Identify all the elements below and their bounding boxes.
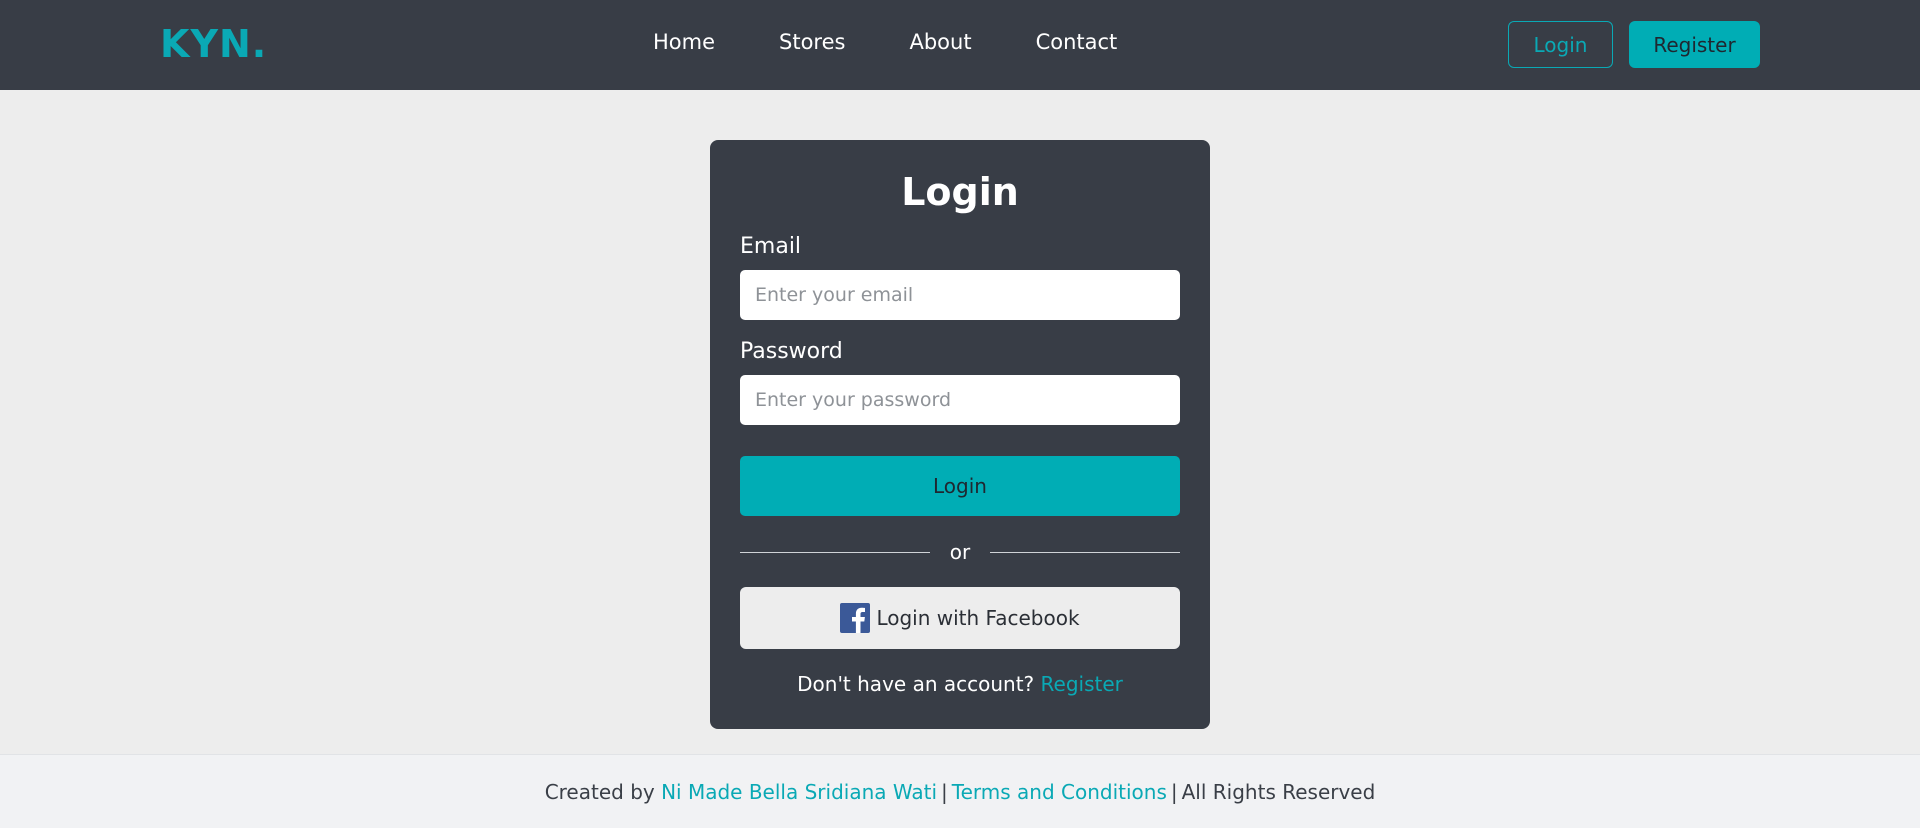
brand-logo[interactable]: KYN. [160,22,267,66]
login-card: Login Email Password Login or Login with… [710,140,1210,729]
email-input[interactable] [740,270,1180,320]
footer-author-link[interactable]: Ni Made Bella Sridiana Wati [661,780,937,804]
footer-terms-link[interactable]: Terms and Conditions [952,780,1167,804]
facebook-icon [840,603,871,633]
login-submit-button[interactable]: Login [740,456,1180,516]
footer-rights: All Rights Reserved [1181,779,1376,804]
nav-link-home[interactable]: Home [653,30,715,54]
register-prompt: Don't have an account? Register [710,672,1210,696]
nav-register-button[interactable]: Register [1629,21,1760,68]
email-label: Email [740,234,802,259]
divider-line-right [990,552,1180,553]
facebook-login-label: Login with Facebook [876,606,1080,630]
password-label: Password [740,339,843,364]
nav-link-about[interactable]: About [909,30,971,54]
footer-created-by: Created by [544,779,655,804]
password-input[interactable] [740,375,1180,425]
nav-login-button[interactable]: Login [1508,21,1613,68]
register-link[interactable]: Register [1041,672,1123,696]
login-title: Login [901,170,1019,214]
footer-separator: | [941,779,948,804]
footer: Created by Ni Made Bella Sridiana Wati |… [0,754,1920,828]
footer-separator: | [1170,779,1178,804]
nav-link-stores[interactable]: Stores [779,30,845,54]
main-nav: Home Stores About Contact [653,30,1117,54]
nav-link-contact[interactable]: Contact [1036,30,1118,54]
register-prompt-text: Don't have an account? [797,672,1035,696]
navbar: KYN. Home Stores About Contact Login Reg… [0,0,1920,90]
facebook-login-button[interactable]: Login with Facebook [740,587,1180,649]
